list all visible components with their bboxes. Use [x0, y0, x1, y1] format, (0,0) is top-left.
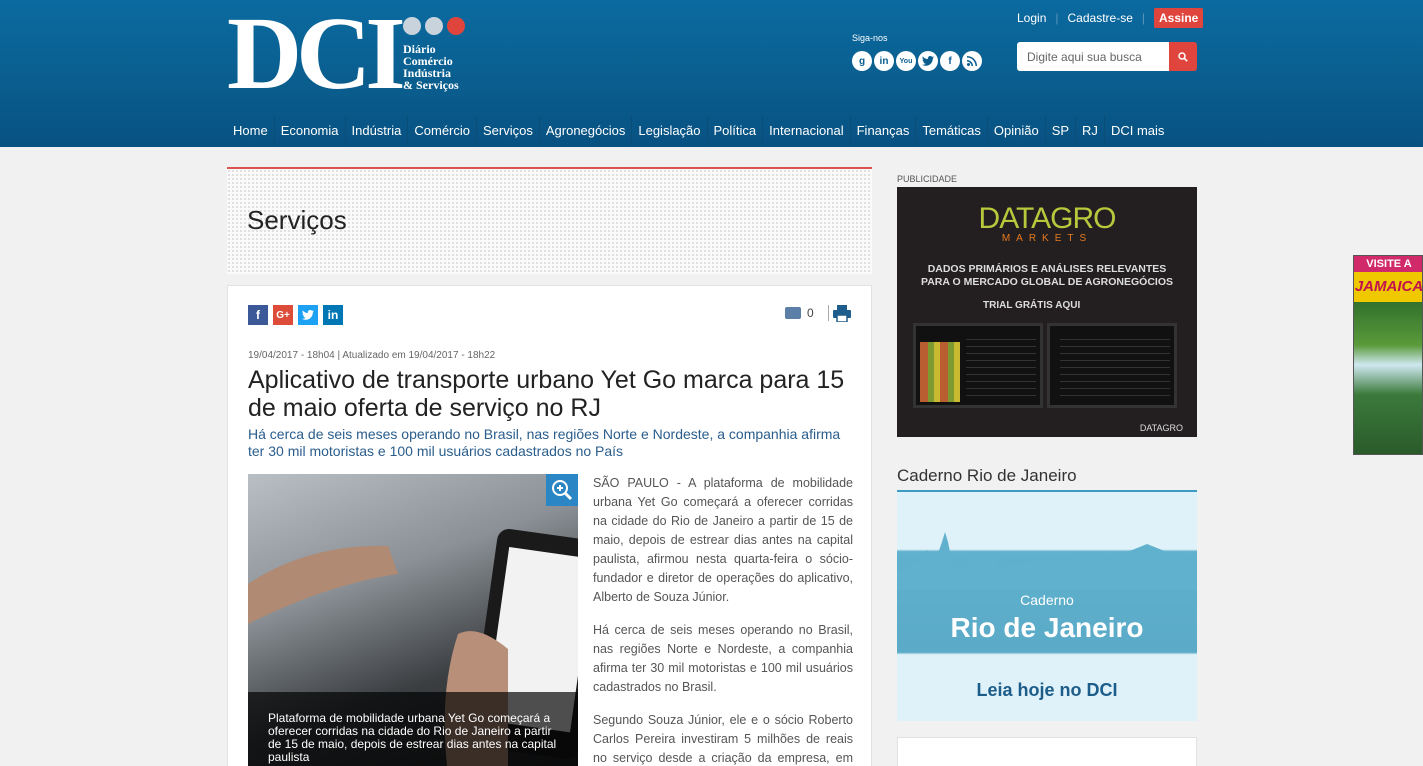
google-plus-icon[interactable]: g — [852, 51, 872, 71]
ad-trial: TRIAL GRÁTIS AQUI — [983, 300, 1081, 311]
nav-agronegocios[interactable]: Agronegócios — [540, 116, 633, 145]
comment-count: 0 — [807, 306, 814, 320]
article-dates: 19/04/2017 - 18h04 | Atualizado em 19/04… — [248, 350, 496, 361]
divider: | — [1055, 11, 1059, 25]
logo-wordmark: DCI — [227, 0, 406, 111]
comment-icon — [785, 307, 801, 319]
article-card: f G+ in 0 19/04/2017 - 18h04 | Atualizad… — [227, 285, 872, 766]
rss-icon[interactable] — [962, 51, 982, 71]
twitter-share-icon[interactable] — [298, 305, 318, 325]
search-button[interactable] — [1169, 42, 1197, 71]
ad-markets: MARKETS — [1001, 233, 1093, 244]
dci-logo[interactable]: DCI Diário Comércio Indústria & Serviços — [227, 2, 477, 106]
search-input[interactable] — [1017, 42, 1169, 71]
caderno-rio-banner[interactable]: Caderno Rio de Janeiro Leia hoje no DCI — [897, 490, 1197, 721]
print-icon[interactable] — [833, 305, 851, 323]
ad-monitor-right — [1047, 323, 1177, 408]
nav-dci-mais[interactable]: DCI mais — [1105, 116, 1170, 145]
nav-home[interactable]: Home — [227, 116, 275, 145]
article-paragraph: Há cerca de seis meses operando no Brasi… — [593, 623, 853, 694]
youtube-icon[interactable]: You — [896, 51, 916, 71]
linkedin-share-icon[interactable]: in — [323, 305, 343, 325]
search-box — [1017, 42, 1197, 71]
nav-servicos[interactable]: Serviços — [477, 116, 540, 145]
nav-rj[interactable]: RJ — [1076, 116, 1105, 145]
nav-tematicas[interactable]: Temáticas — [916, 116, 988, 145]
caderno-small-label: Caderno — [1020, 592, 1074, 608]
skyline-illustration — [897, 532, 1197, 590]
social-label: Siga-nos — [852, 33, 888, 43]
comments-link[interactable]: 0 — [785, 305, 829, 321]
account-links: Login | Cadastre-se | Assine — [1017, 8, 1204, 28]
nav-legislacao[interactable]: Legislação — [632, 116, 708, 145]
nav-comercio[interactable]: Comércio — [408, 116, 477, 145]
advertising-label: PUBLICIDADE — [897, 174, 958, 184]
logo-dot-2 — [425, 17, 443, 35]
section-title: Serviços — [247, 205, 347, 235]
login-link[interactable]: Login — [1017, 11, 1046, 25]
nav-internacional[interactable]: Internacional — [763, 116, 851, 145]
ad-brand: DATAGRO — [978, 202, 1117, 235]
linkedin-icon[interactable]: in — [874, 51, 894, 71]
nav-financas[interactable]: Finanças — [851, 116, 917, 145]
ad-monitor-left — [913, 323, 1043, 408]
main-nav: Home Economia Indústria Comércio Serviço… — [227, 116, 1170, 145]
logo-sub-line: & Serviços — [403, 78, 459, 92]
social-links: g in You f — [852, 51, 982, 71]
register-link[interactable]: Cadastre-se — [1068, 11, 1133, 25]
jamaica-ad[interactable]: VISITE A JAMAICA — [1353, 255, 1423, 455]
divider: | — [1141, 11, 1145, 25]
caderno-cta: Leia hoje no DCI — [976, 680, 1118, 700]
article-body: SÃO PAULO - A plataforma de mobilidade u… — [593, 474, 853, 766]
nav-economia[interactable]: Economia — [275, 116, 346, 145]
datagro-ad[interactable]: DATAGRO MARKETS DADOS PRIMÁRIOS E ANÁLIS… — [897, 187, 1197, 437]
nav-industria[interactable]: Indústria — [346, 116, 409, 145]
logo-dots — [403, 17, 465, 35]
article-photo[interactable]: Plataforma de mobilidade urbana Yet Go c… — [248, 474, 578, 766]
google-plus-share-icon[interactable]: G+ — [273, 305, 293, 325]
subscribe-button[interactable]: Assine — [1154, 8, 1204, 28]
section-header: Serviços — [227, 167, 872, 274]
logo-dot-1 — [403, 17, 421, 35]
article-lead: Há cerca de seis meses operando no Brasi… — [248, 426, 841, 459]
search-icon — [1178, 51, 1188, 62]
article-paragraph: Segundo Souza Júnior, ele e o sócio Robe… — [593, 713, 853, 765]
side-ad-top: VISITE A — [1354, 256, 1422, 272]
ad-tagline: DADOS PRIMÁRIOS E ANÁLISES RELEVANTES PA… — [897, 263, 1197, 289]
ad-footer: DATAGRO — [1139, 423, 1183, 433]
site-header: DCI Diário Comércio Indústria & Serviços… — [0, 0, 1423, 147]
share-buttons: f G+ in — [248, 305, 343, 325]
sidebar-widget — [897, 737, 1197, 766]
divider — [827, 305, 829, 321]
twitter-icon[interactable] — [918, 51, 938, 71]
side-ad-name: JAMAICA — [1354, 272, 1422, 302]
nav-politica[interactable]: Política — [708, 116, 764, 145]
logo-subtitle: Diário Comércio Indústria & Serviços — [403, 43, 459, 91]
ad-tagline-line: DADOS PRIMÁRIOS E ANÁLISES RELEVANTES — [927, 263, 1167, 275]
ad-tagline-line: PARA O MERCADO GLOBAL DE AGRONEGÓCIOS — [920, 276, 1173, 288]
logo-dot-3 — [447, 17, 465, 35]
facebook-share-icon[interactable]: f — [248, 305, 268, 325]
zoom-button[interactable] — [546, 474, 578, 506]
facebook-icon[interactable]: f — [940, 51, 960, 71]
zoom-icon — [552, 480, 573, 501]
caderno-heading: Caderno Rio de Janeiro — [897, 466, 1077, 485]
article-paragraph: SÃO PAULO - A plataforma de mobilidade u… — [593, 476, 853, 604]
article-headline: Aplicativo de transporte urbano Yet Go m… — [248, 366, 845, 422]
caderno-big-label: Rio de Janeiro — [950, 612, 1144, 643]
nav-sp[interactable]: SP — [1046, 116, 1077, 145]
photo-caption: Plataforma de mobilidade urbana Yet Go c… — [248, 692, 578, 766]
nav-opiniao[interactable]: Opinião — [988, 116, 1046, 145]
